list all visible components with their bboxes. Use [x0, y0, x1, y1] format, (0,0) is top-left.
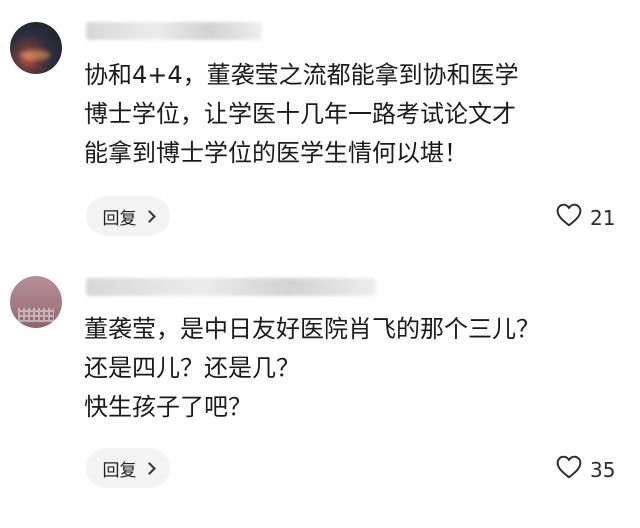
avatar-image: [18, 308, 54, 322]
comment-text-line: 快生孩子了吧？: [84, 393, 252, 421]
like-count: 35: [590, 457, 616, 482]
reply-button[interactable]: 回复: [86, 448, 170, 488]
like-button[interactable]: 35: [556, 455, 615, 484]
chevron-right-icon: [142, 461, 156, 475]
comment-text-line: 董袭莹，是中日友好医院肖飞的那个三儿？: [84, 315, 540, 343]
reply-label: 回复: [102, 460, 137, 481]
comment-item: 董袭莹，是中日友好医院肖飞的那个三儿？ 还是四儿？还是几？ 快生孩子了吧？ 回复…: [0, 0, 640, 528]
comment-text: 董袭莹，是中日友好医院肖飞的那个三儿？ 还是四儿？还是几？ 快生孩子了吧？: [84, 310, 540, 427]
username-blurred[interactable]: [86, 278, 376, 296]
avatar[interactable]: [10, 276, 62, 328]
heart-icon: [556, 455, 582, 484]
comment-text-line: 还是四儿？还是几？: [84, 354, 300, 382]
